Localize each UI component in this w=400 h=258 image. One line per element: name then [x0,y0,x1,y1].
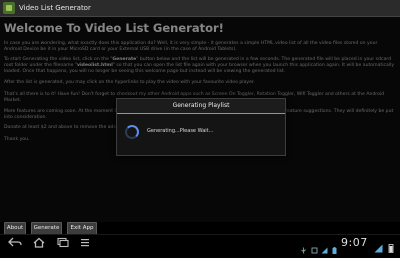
usb-icon [300,239,307,254]
title-bar: Video List Generator [0,0,400,17]
notification-icon [311,239,318,254]
system-bar: 9:07 [0,234,400,254]
loading-spinner-icon [125,125,139,139]
page-title: Welcome To Video List Generator! [4,21,224,35]
hyperlinks-paragraph: After the list is generated, you may cli… [4,80,255,85]
app-title: Video List Generator [19,4,91,12]
menu-icon[interactable] [78,237,92,248]
wifi-icon [374,238,383,253]
dialog-title: Generating Playlist [172,102,230,109]
back-icon[interactable] [8,237,22,248]
signal-icon [321,239,328,254]
progress-dialog: Generating Playlist Generating...Please … [116,98,286,156]
battery-level-icon [386,238,396,253]
dialog-message: Generating...Please Wait... [147,128,214,134]
intro-paragraph: In case you are wondering, what exactly … [4,41,378,52]
battery-icon [331,239,338,254]
recent-apps-icon[interactable] [56,237,70,248]
instructions-paragraph: To start Generating the video list, clic… [4,57,395,74]
button-bar: About Generate Exit App [0,222,400,235]
status-clock: 9:07 [341,236,368,249]
dialog-body: Generating...Please Wait... [117,114,285,155]
home-icon[interactable] [32,237,46,248]
app-icon [3,2,15,14]
